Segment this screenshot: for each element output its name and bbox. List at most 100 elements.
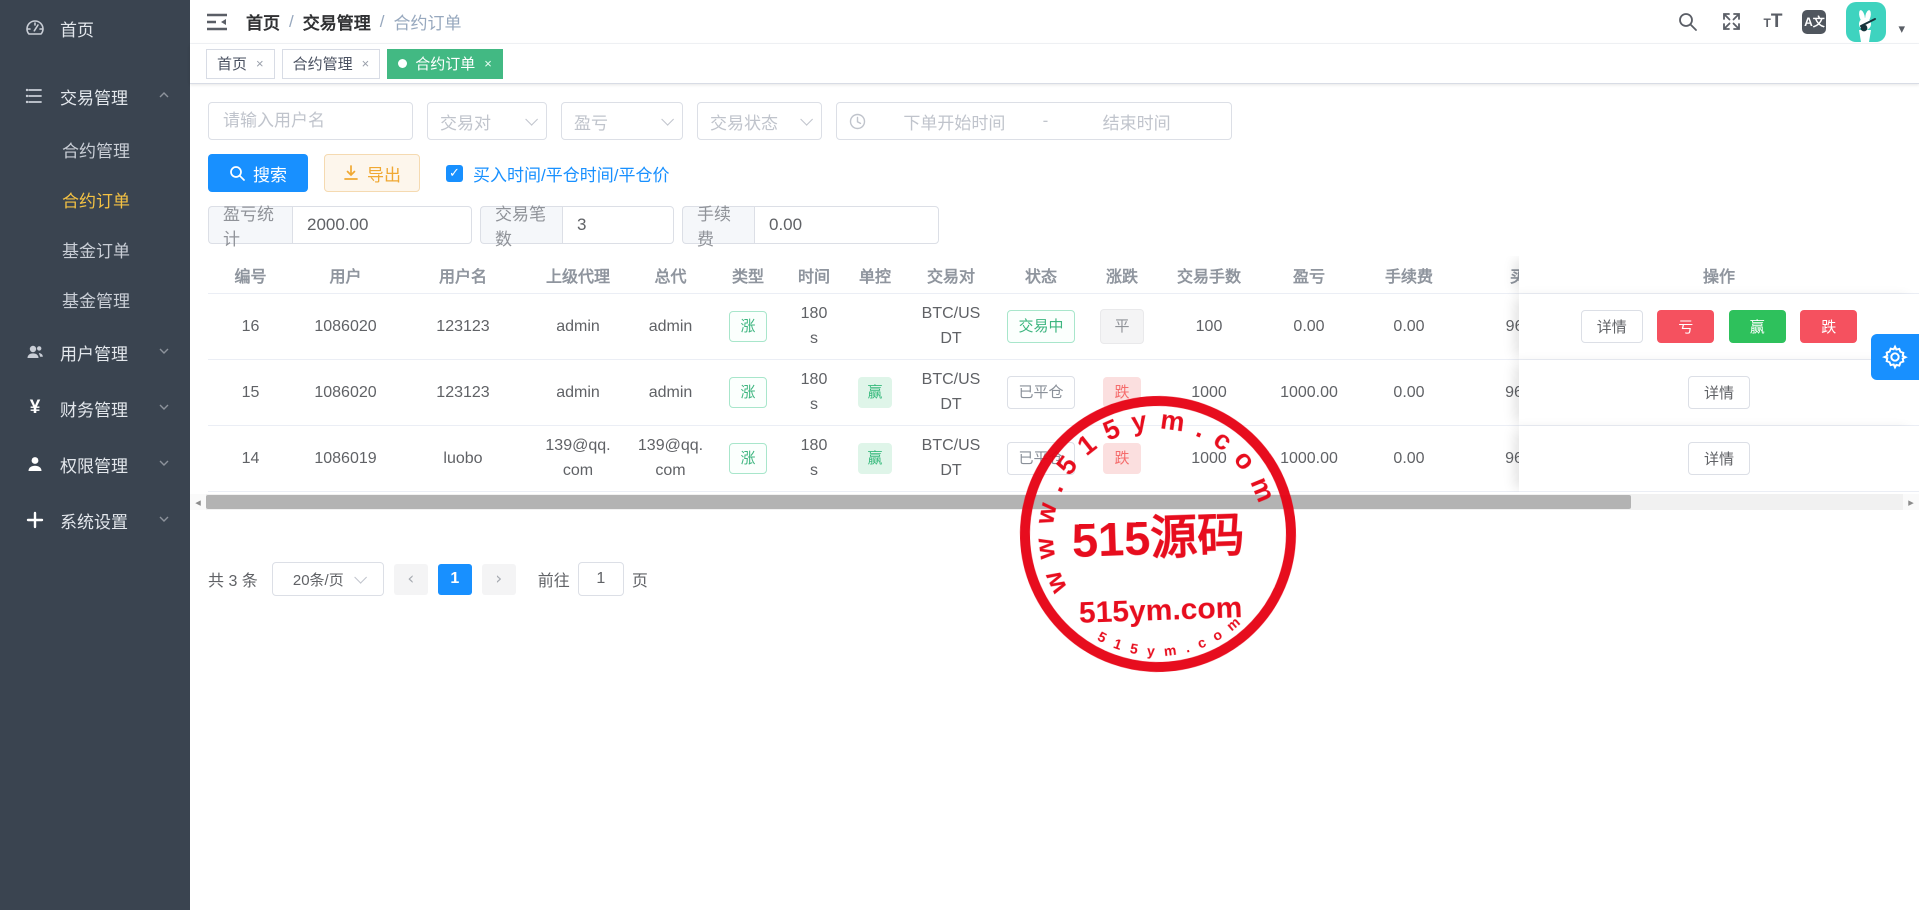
updown-fall-tag: 跌 <box>1103 377 1140 408</box>
show-close-columns-checkbox[interactable]: ✓ 买入时间/平仓时间/平仓价 <box>446 161 669 186</box>
status-closed-tag: 已平仓 <box>1007 376 1074 409</box>
stamp-center-text: 515源码 <box>1071 508 1245 567</box>
force-win-button[interactable]: 赢 <box>1729 310 1786 343</box>
breadcrumb-separator: / <box>289 12 294 32</box>
pair-select[interactable]: 交易对 <box>427 102 547 140</box>
table-header-row: 编号 用户 用户名 上级代理 总代 类型 时间 单控 交易对 状态 涨跌 交易手… <box>208 256 1919 294</box>
table-row: 15 1086020 123123 admin admin 涨 180 s 赢 … <box>208 360 1919 426</box>
sidebar-item-fund-orders[interactable]: 基金订单 <box>0 224 190 274</box>
page-size-select[interactable]: 20条/页 <box>272 562 384 596</box>
tab-contract-manage[interactable]: 合约管理 × <box>282 49 381 79</box>
end-date-field[interactable]: 结束时间 <box>1054 109 1219 134</box>
breadcrumb-trade[interactable]: 交易管理 <box>303 9 371 34</box>
status-select[interactable]: 交易状态 <box>697 102 822 140</box>
sidebar-item-fund-manage[interactable]: 基金管理 <box>0 274 190 324</box>
sidebar-item-contract-orders[interactable]: 合约订单 <box>0 174 190 224</box>
avatar[interactable] <box>1846 2 1886 42</box>
chevron-down-icon <box>158 457 170 472</box>
svg-text:5 1 5 y m . c o m: 5 1 5 y m . c o m <box>1094 611 1246 661</box>
trade-count-value: 3 <box>562 206 674 244</box>
tab-contract-orders[interactable]: 合约订单 × <box>387 49 503 79</box>
chevron-down-icon <box>158 401 170 416</box>
stats-row: 盈亏统计 2000.00 交易笔数 3 手续费 0.00 <box>208 206 1919 244</box>
close-icon[interactable]: × <box>484 56 492 71</box>
pagination: 共 3 条 20条/页 ‹ 1 › 前往 页 <box>208 562 1919 596</box>
font-size-icon[interactable]: TT <box>1764 11 1783 33</box>
sidebar-item-home[interactable]: 首页 <box>0 0 190 56</box>
chevron-down-icon <box>800 113 813 126</box>
goto-page: 前往 页 <box>538 562 648 596</box>
dashboard-icon <box>24 17 46 39</box>
scrollbar-thumb[interactable] <box>206 495 1631 509</box>
scroll-right-icon[interactable]: ▸ <box>1903 494 1919 510</box>
search-button[interactable]: 搜索 <box>208 154 308 192</box>
sidebar-item-contract-manage[interactable]: 合约管理 <box>0 124 190 174</box>
prev-page-button[interactable]: ‹ <box>394 564 428 595</box>
sidebar-item-users[interactable]: 用户管理 <box>0 324 190 380</box>
fee-total-value: 0.00 <box>754 206 939 244</box>
detail-button[interactable]: 详情 <box>1581 310 1643 343</box>
breadcrumb: 首页 / 交易管理 / 合约订单 <box>246 9 461 34</box>
sidebar-item-finance[interactable]: ¥ 财务管理 <box>0 380 190 436</box>
translate-icon[interactable]: A文 <box>1802 10 1826 34</box>
type-rise-tag: 涨 <box>729 311 766 342</box>
page-content: 交易对 盈亏 交易状态 下单开始时间 - 结束时间 搜索 导出 <box>190 84 1919 910</box>
status-closed-tag: 已平仓 <box>1007 442 1074 475</box>
main-area: 首页 / 交易管理 / 合约订单 TT A文 ▾ 首页 × 合 <box>190 0 1919 910</box>
stamp-site-text: 515ym.com <box>1078 591 1242 630</box>
navbar-actions: TT A文 ▾ <box>1676 2 1905 42</box>
settings-gear-button[interactable] <box>1871 334 1919 380</box>
sidebar-item-settings[interactable]: 系统设置 <box>0 492 190 548</box>
horizontal-scrollbar[interactable]: ◂ ▸ <box>190 494 1919 510</box>
orders-table: 编号 用户 用户名 上级代理 总代 类型 时间 单控 交易对 状态 涨跌 交易手… <box>208 256 1919 492</box>
tab-home[interactable]: 首页 × <box>206 49 275 79</box>
detail-button[interactable]: 详情 <box>1688 442 1750 475</box>
profit-select[interactable]: 盈亏 <box>561 102 683 140</box>
yen-icon: ¥ <box>24 397 46 419</box>
force-fall-button[interactable]: 跌 <box>1800 310 1857 343</box>
breadcrumb-home[interactable]: 首页 <box>246 9 280 34</box>
filter-row: 交易对 盈亏 交易状态 下单开始时间 - 结束时间 <box>208 102 1919 140</box>
sidebar-item-permission[interactable]: 权限管理 <box>0 436 190 492</box>
sidebar-collapse-icon[interactable] <box>206 10 230 34</box>
next-page-button[interactable]: › <box>482 564 516 595</box>
detail-button[interactable]: 详情 <box>1688 376 1750 409</box>
sidebar-item-label: 系统设置 <box>60 508 158 533</box>
sidebar-item-trade[interactable]: 交易管理 <box>0 68 190 124</box>
type-rise-tag: 涨 <box>729 377 766 408</box>
search-icon[interactable] <box>1676 10 1700 34</box>
total-count: 共 3 条 <box>208 567 258 591</box>
type-rise-tag: 涨 <box>729 443 766 474</box>
chevron-down-icon <box>158 345 170 360</box>
chevron-down-icon <box>354 571 367 584</box>
sidebar-item-label: 财务管理 <box>60 396 158 421</box>
close-icon[interactable]: × <box>362 56 370 71</box>
sidebar-item-label: 交易管理 <box>60 84 158 109</box>
sidebar: 首页 交易管理 合约管理 合约订单 基金订单 基金管理 用户管理 ¥ 财务管理 … <box>0 0 190 910</box>
export-button[interactable]: 导出 <box>324 154 420 192</box>
tag-view-bar: 首页 × 合约管理 × 合约订单 × <box>190 44 1919 84</box>
control-win-tag: 赢 <box>858 377 891 408</box>
fullscreen-icon[interactable] <box>1720 10 1744 34</box>
profit-total-label: 盈亏统计 <box>208 206 292 244</box>
status-trading-tag: 交易中 <box>1007 310 1074 343</box>
force-lose-button[interactable]: 亏 <box>1657 310 1714 343</box>
active-dot <box>398 59 407 68</box>
profit-total-value: 2000.00 <box>292 206 472 244</box>
sidebar-submenu-trade: 合约管理 合约订单 基金订单 基金管理 <box>0 124 190 324</box>
goto-page-input[interactable] <box>578 562 624 596</box>
start-date-field[interactable]: 下单开始时间 <box>872 109 1037 134</box>
updown-fall-tag: 跌 <box>1103 443 1140 474</box>
scrollbar-track[interactable] <box>206 494 1903 510</box>
page-1-button[interactable]: 1 <box>438 564 472 595</box>
clock-icon <box>849 113 866 130</box>
chevron-down-icon <box>525 113 538 126</box>
date-range-picker[interactable]: 下单开始时间 - 结束时间 <box>836 102 1232 140</box>
scroll-left-icon[interactable]: ◂ <box>190 494 206 510</box>
dropdown-caret-icon[interactable]: ▾ <box>1898 7 1905 37</box>
username-input[interactable] <box>208 102 413 140</box>
checkbox-checked-icon[interactable]: ✓ <box>446 165 463 182</box>
top-navbar: 首页 / 交易管理 / 合约订单 TT A文 ▾ <box>190 0 1919 44</box>
chevron-up-icon <box>158 89 170 104</box>
close-icon[interactable]: × <box>256 56 264 71</box>
